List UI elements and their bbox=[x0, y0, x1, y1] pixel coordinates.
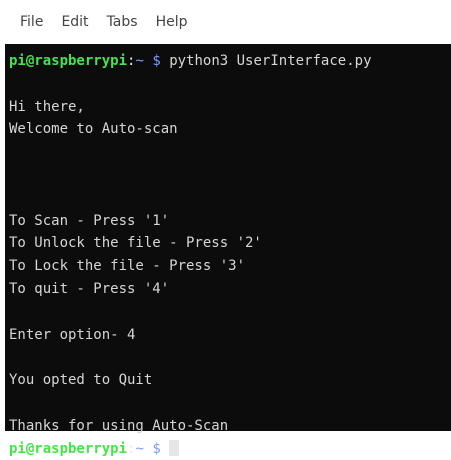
menu-bar: File Edit Tabs Help bbox=[0, 0, 451, 44]
prompt-path: ~ bbox=[135, 440, 144, 457]
output-greeting: Hi there, bbox=[9, 98, 85, 115]
output-thanks: Thanks for using Auto-Scan bbox=[9, 417, 229, 434]
output-option-1: To Scan - Press '1' bbox=[9, 212, 170, 229]
prompt-colon: : bbox=[127, 440, 136, 457]
command-text: python3 UserInterface.py bbox=[169, 53, 372, 69]
menu-edit[interactable]: Edit bbox=[52, 14, 97, 30]
prompt-path: ~ bbox=[135, 53, 144, 69]
terminal-window: File Edit Tabs Help pi@raspberrypi:~ $ p… bbox=[0, 0, 451, 457]
output-opted: You opted to Quit bbox=[9, 372, 153, 389]
menu-help[interactable]: Help bbox=[147, 14, 197, 30]
prompt-user-host: pi@raspberrypi bbox=[9, 440, 128, 457]
output-option-3: To Lock the file - Press '3' bbox=[9, 258, 246, 275]
output-welcome: Welcome to Auto-scan bbox=[9, 121, 178, 138]
text-cursor bbox=[169, 439, 180, 456]
prompt-dollar: $ bbox=[152, 53, 161, 69]
output-option-2: To Unlock the file - Press '2' bbox=[9, 235, 262, 252]
prompt-dollar: $ bbox=[152, 440, 161, 457]
terminal-output-area[interactable]: pi@raspberrypi:~ $ python3 UserInterface… bbox=[5, 44, 451, 457]
prompt-user-host: pi@raspberrypi bbox=[9, 53, 128, 69]
menu-file[interactable]: File bbox=[0, 14, 52, 30]
menu-tabs[interactable]: Tabs bbox=[98, 14, 147, 30]
output-option-4: To quit - Press '4' bbox=[9, 280, 170, 297]
output-enter-option: Enter option- 4 bbox=[9, 326, 136, 343]
command-line: pi@raspberrypi:~ $ python3 UserInterface… bbox=[9, 50, 451, 73]
prompt-line: pi@raspberrypi:~ $ bbox=[9, 438, 451, 460]
